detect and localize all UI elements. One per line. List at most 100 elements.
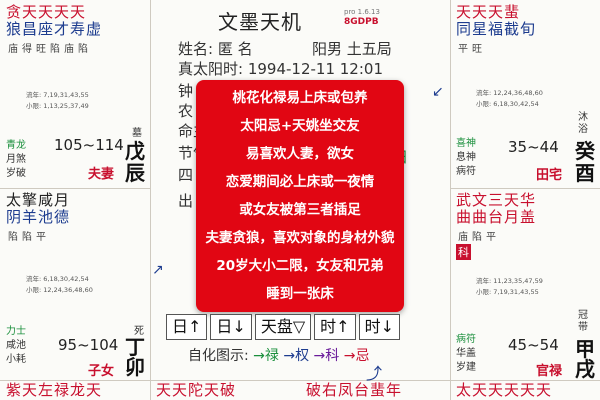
- suiqian-god: 岁破: [6, 168, 26, 179]
- main-stars: 天天陀天破: [156, 381, 237, 399]
- liunian-years: 流年: 12,24,36,48,60: [476, 89, 543, 97]
- legend-quan: →权: [283, 348, 310, 364]
- palace-cell-xu[interactable]: 武文三天华 曲曲台月盖 庙陷平 科 流年: 11,23,35,47,59 小限:…: [450, 188, 600, 380]
- chart-code: 8GDPB: [344, 17, 379, 27]
- info-name: 姓名: 匿 名: [178, 40, 253, 58]
- legend-ke: →科: [313, 348, 340, 364]
- overlay-line: 或女友被第三者插足: [239, 202, 361, 218]
- main-stars: 武文三天华 曲曲台月盖: [456, 192, 536, 226]
- overlay-line: 20岁大小二限，女友和兄弟: [216, 258, 384, 274]
- palace-cell-bottom-4[interactable]: 太天天天天天: [450, 382, 600, 400]
- arrow-icon: ↗: [152, 262, 164, 278]
- overlay-line: 夫妻贪狼，喜欢对象的身材外貌: [205, 230, 395, 246]
- main-stars: 天天天蜚 同星福截旬: [456, 4, 536, 38]
- daxian-range: 45~54: [508, 336, 559, 354]
- palace-name: 田宅: [536, 168, 563, 183]
- liunian-years: 流年: 11,23,35,47,59: [476, 277, 543, 285]
- boshi-god: 青龙: [6, 140, 26, 151]
- palace-cell-bottom-2[interactable]: 天天陀天破: [150, 382, 300, 400]
- hua-ke-badge: 科: [456, 244, 471, 260]
- grid-line: [150, 0, 151, 400]
- tianpan-button[interactable]: 天盘▽: [254, 314, 312, 340]
- earthly-branch: 卯: [125, 355, 145, 379]
- palace-cell-chen[interactable]: 贪天天天天 狼昌座才寿虚 庙得旺陷庙陷 流年: 7,19,31,43,55 小限…: [0, 0, 150, 188]
- star-row-2: 同星福截旬: [456, 20, 537, 38]
- main-stars: 破右凤台蜚年: [306, 381, 403, 399]
- brightness-row: 庙陷平: [458, 232, 500, 243]
- palace-cell-you[interactable]: 天天天蜚 同星福截旬 平旺 流年: 12,24,36,48,60 小限: 6,1…: [450, 0, 600, 188]
- app-title: 文墨天机: [218, 10, 302, 34]
- app-version: pro 1.6.13: [344, 8, 380, 16]
- time-toolbar: 日↑ 日↓ 天盘▽ 时↑ 时↓: [166, 314, 400, 340]
- jiangqian-god: 华盖: [456, 348, 476, 359]
- xiaoxian-years: 小限: 6,18,30,42,54: [476, 100, 539, 108]
- day-down-button[interactable]: 日↓: [210, 314, 252, 340]
- day-up-button[interactable]: 日↑: [166, 314, 208, 340]
- main-stars: 太天天天天天: [456, 381, 553, 399]
- self-transform-legend: 自化图示: →禄 →权 →科 →忌: [188, 345, 369, 365]
- info-out: 出: [178, 192, 194, 210]
- info-sizhu: 四: [178, 166, 194, 184]
- info-gender: 阳男 土五局: [312, 40, 392, 58]
- boshi-god: 喜神: [456, 138, 476, 149]
- main-stars: 太擎咸月 阴羊池德: [6, 192, 70, 226]
- star-row-1: 太擎咸月: [6, 191, 71, 209]
- star-row-2: 狼昌座才寿虚: [6, 20, 103, 38]
- daxian-range: 105~114: [54, 136, 124, 154]
- suiqian-god: 小耗: [6, 354, 26, 365]
- jiangqian-god: 月煞: [6, 154, 26, 165]
- legend-lu: →禄: [253, 348, 279, 364]
- info-clock: 钟: [178, 82, 194, 100]
- jiangqian-god: 咸池: [6, 340, 26, 351]
- xiaoxian-years: 小限: 1,13,25,37,49: [26, 102, 89, 110]
- ziwei-chart: 贪天天天天 狼昌座才寿虚 庙得旺陷庙陷 流年: 7,19,31,43,55 小限…: [0, 0, 600, 400]
- daxian-range: 95~104: [58, 336, 119, 354]
- info-lunar: 农: [178, 102, 194, 120]
- earthly-branch: 戌: [575, 357, 595, 381]
- changsheng: 墓: [132, 128, 142, 139]
- main-stars: 贪天天天天 狼昌座才寿虚: [6, 4, 102, 38]
- changsheng: 沐浴: [578, 112, 588, 135]
- arrow-icon: ↙: [432, 84, 444, 100]
- star-row-1: 贪天天天天: [6, 3, 87, 21]
- overlay-line: 恋爱期间必上床或一夜情: [225, 174, 375, 190]
- overlay-line: 易喜欢人妻，欲女: [246, 146, 354, 162]
- heavenly-stem: 戊: [125, 139, 145, 163]
- palace-name: 官禄: [536, 364, 563, 379]
- legend-ji: →忌: [343, 348, 370, 364]
- legend-prefix: 自化图示:: [188, 348, 249, 364]
- star-row-2: 阴羊池德: [6, 208, 71, 226]
- palace-cell-mao[interactable]: 太擎咸月 阴羊池德 陷陷平 流年: 6,18,30,42,54 小限: 12,2…: [0, 188, 150, 380]
- changsheng: 冠带: [578, 310, 588, 333]
- liunian-years: 流年: 6,18,30,42,54: [26, 275, 89, 283]
- palace-name: 夫妻: [88, 167, 115, 182]
- palace-name: 子女: [88, 364, 115, 379]
- hour-down-button[interactable]: 时↓: [358, 314, 400, 340]
- hour-up-button[interactable]: 时↑: [314, 314, 356, 340]
- overlay-line: 睡到一张床: [266, 286, 334, 302]
- brightness-row: 陷陷平: [8, 232, 50, 243]
- xiaoxian-years: 小限: 7,19,31,43,55: [476, 288, 539, 296]
- boshi-god: 病符: [456, 334, 476, 345]
- brightness-row: 平旺: [458, 44, 486, 55]
- overlay-line: 太阳忌+天姚坐交友: [240, 118, 360, 134]
- info-true-solar: 真太阳时: 1994-12-11 12:01: [178, 60, 383, 78]
- annotation-overlay: 桃花化禄易上床或包养 太阳忌+天姚坐交友 易喜欢人妻，欲女 恋爱期间必上床或一夜…: [196, 80, 404, 312]
- star-row-2: 曲曲台月盖: [456, 208, 537, 226]
- suiqian-god: 岁建: [456, 362, 476, 373]
- brightness-row: 庙得旺陷庙陷: [8, 44, 92, 55]
- overlay-line: 桃花化禄易上床或包养: [232, 90, 368, 106]
- earthly-branch: 辰: [125, 161, 145, 185]
- heavenly-stem: 癸: [575, 139, 595, 163]
- boshi-god: 力士: [6, 326, 26, 337]
- xiaoxian-years: 小限: 12,24,36,48,60: [26, 286, 93, 294]
- star-row-1: 天天天蜚: [456, 3, 521, 21]
- earthly-branch: 酉: [575, 161, 595, 185]
- jiangqian-god: 息神: [456, 152, 476, 163]
- star-row-1: 武文三天华: [456, 191, 537, 209]
- palace-cell-bottom-1[interactable]: 紫天左禄龙天: [0, 382, 150, 400]
- daxian-range: 35~44: [508, 138, 559, 156]
- palace-cell-bottom-3[interactable]: 破右凤台蜚年: [300, 382, 450, 400]
- main-stars: 紫天左禄龙天: [6, 381, 103, 399]
- liunian-years: 流年: 7,19,31,43,55: [26, 91, 89, 99]
